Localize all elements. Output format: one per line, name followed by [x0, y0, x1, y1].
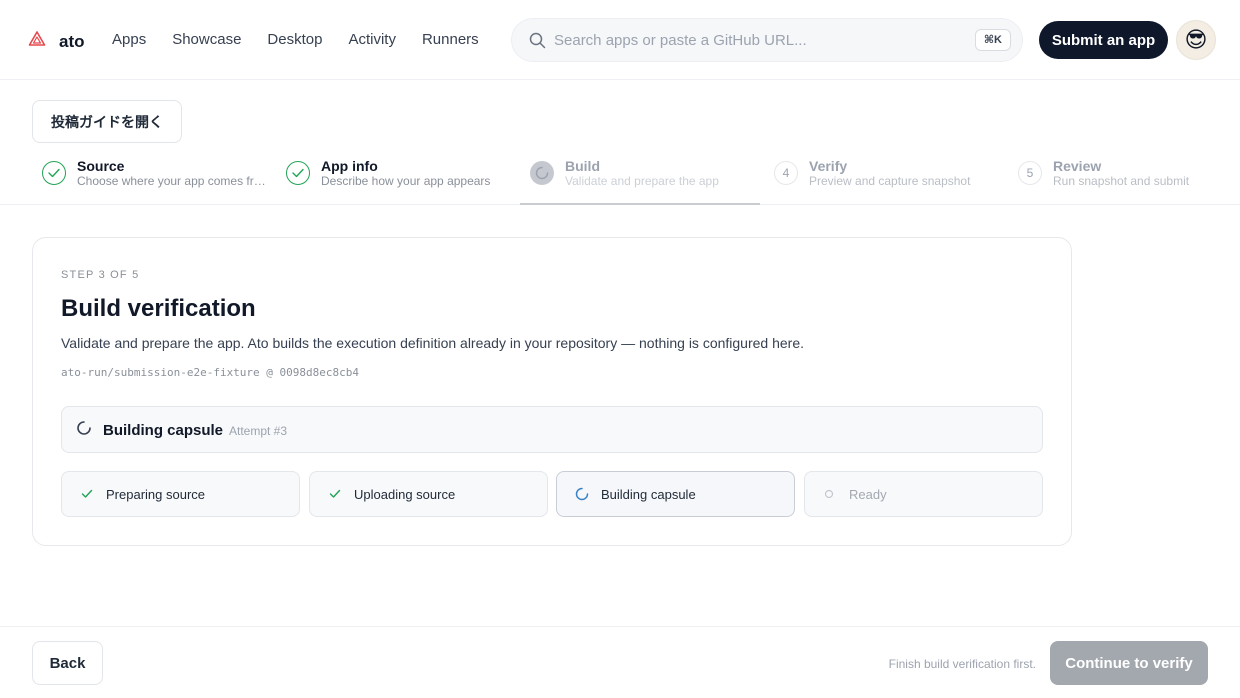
- step-title: Review: [1053, 158, 1102, 174]
- main-nav: Apps Showcase Desktop Activity Runners: [112, 31, 505, 49]
- brand-logo[interactable]: ato: [28, 30, 85, 53]
- step-verify[interactable]: 4 Verify Preview and capture snapshot: [764, 150, 1004, 204]
- step-number: 5: [1018, 161, 1042, 185]
- step-title: Source: [77, 158, 125, 174]
- check-circle-icon: [286, 161, 310, 185]
- spinner-icon: [530, 161, 554, 185]
- phase-label: Building capsule: [601, 487, 696, 502]
- search-input[interactable]: [554, 19, 974, 61]
- continue-button[interactable]: Continue to verify: [1050, 641, 1208, 685]
- step-description: Choose where your app comes from: [77, 174, 267, 188]
- phase-label: Uploading source: [354, 487, 456, 502]
- step-review[interactable]: 5 Review Run snapshot and submit: [1008, 150, 1240, 204]
- step-source[interactable]: Source Choose where your app comes from: [32, 150, 272, 204]
- step-title: Verify: [809, 158, 848, 174]
- empty-circle-icon: [823, 487, 837, 501]
- search-shortcut-badge: ⌘K: [974, 29, 1011, 51]
- nav-showcase[interactable]: Showcase: [172, 31, 241, 49]
- nav-runners[interactable]: Runners: [422, 31, 479, 49]
- build-status-panel: Building capsule Attempt #3: [61, 406, 1043, 453]
- card-description: Validate and prepare the app. Ato builds…: [61, 335, 804, 351]
- page-title: Build verification: [61, 295, 256, 322]
- step-build[interactable]: Build Validate and prepare the app: [520, 150, 760, 205]
- spinner-icon: [76, 420, 92, 441]
- nav-activity[interactable]: Activity: [348, 31, 396, 49]
- phase-building-capsule: Building capsule: [556, 471, 795, 517]
- step-title: Build: [565, 158, 600, 174]
- step-title: App info: [321, 158, 378, 174]
- phase-preparing-source: Preparing source: [61, 471, 300, 517]
- phase-label: Preparing source: [106, 487, 205, 502]
- nav-desktop[interactable]: Desktop: [267, 31, 322, 49]
- check-circle-icon: [42, 161, 66, 185]
- open-guide-button[interactable]: 投稿ガイドを開く: [32, 100, 182, 143]
- phase-label: Ready: [849, 487, 887, 502]
- build-status-title: Building capsule: [103, 422, 224, 439]
- footer-hint: Finish build verification first.: [888, 657, 1036, 671]
- phase-uploading-source: Uploading source: [309, 471, 548, 517]
- nav-apps[interactable]: Apps: [112, 31, 146, 49]
- submission-stepper: Source Choose where your app comes from …: [0, 150, 1240, 205]
- step-description: Preview and capture snapshot: [809, 174, 971, 188]
- back-button[interactable]: Back: [32, 641, 103, 685]
- avatar[interactable]: 😎: [1176, 20, 1216, 60]
- repo-ref: ato-run/submission-e2e-fixture @ 0098d8e…: [61, 366, 360, 379]
- triangle-logo-icon: [28, 30, 46, 53]
- phase-ready: Ready: [804, 471, 1043, 517]
- step-app-info[interactable]: App info Describe how your app appears: [276, 150, 516, 204]
- step-description: Describe how your app appears: [321, 174, 491, 188]
- brand-name: ato: [59, 31, 85, 51]
- spinner-icon: [575, 487, 589, 501]
- wizard-footer: Back Finish build verification first. Co…: [0, 626, 1240, 698]
- search-bar[interactable]: ⌘K: [511, 18, 1023, 62]
- step-counter: STEP 3 OF 5: [61, 269, 140, 281]
- step-number: 4: [774, 161, 798, 185]
- step-description: Validate and prepare the app: [565, 174, 719, 188]
- active-step-underline: [520, 203, 760, 205]
- check-icon: [328, 487, 342, 501]
- build-verification-card: STEP 3 OF 5 Build verification Validate …: [32, 237, 1072, 546]
- submit-app-button[interactable]: Submit an app: [1039, 21, 1168, 59]
- step-description: Run snapshot and submit: [1053, 174, 1190, 188]
- attempt-badge: Attempt #3: [229, 424, 288, 438]
- check-icon: [80, 487, 94, 501]
- top-nav-bar: ato Apps Showcase Desktop Activity Runne…: [0, 0, 1240, 80]
